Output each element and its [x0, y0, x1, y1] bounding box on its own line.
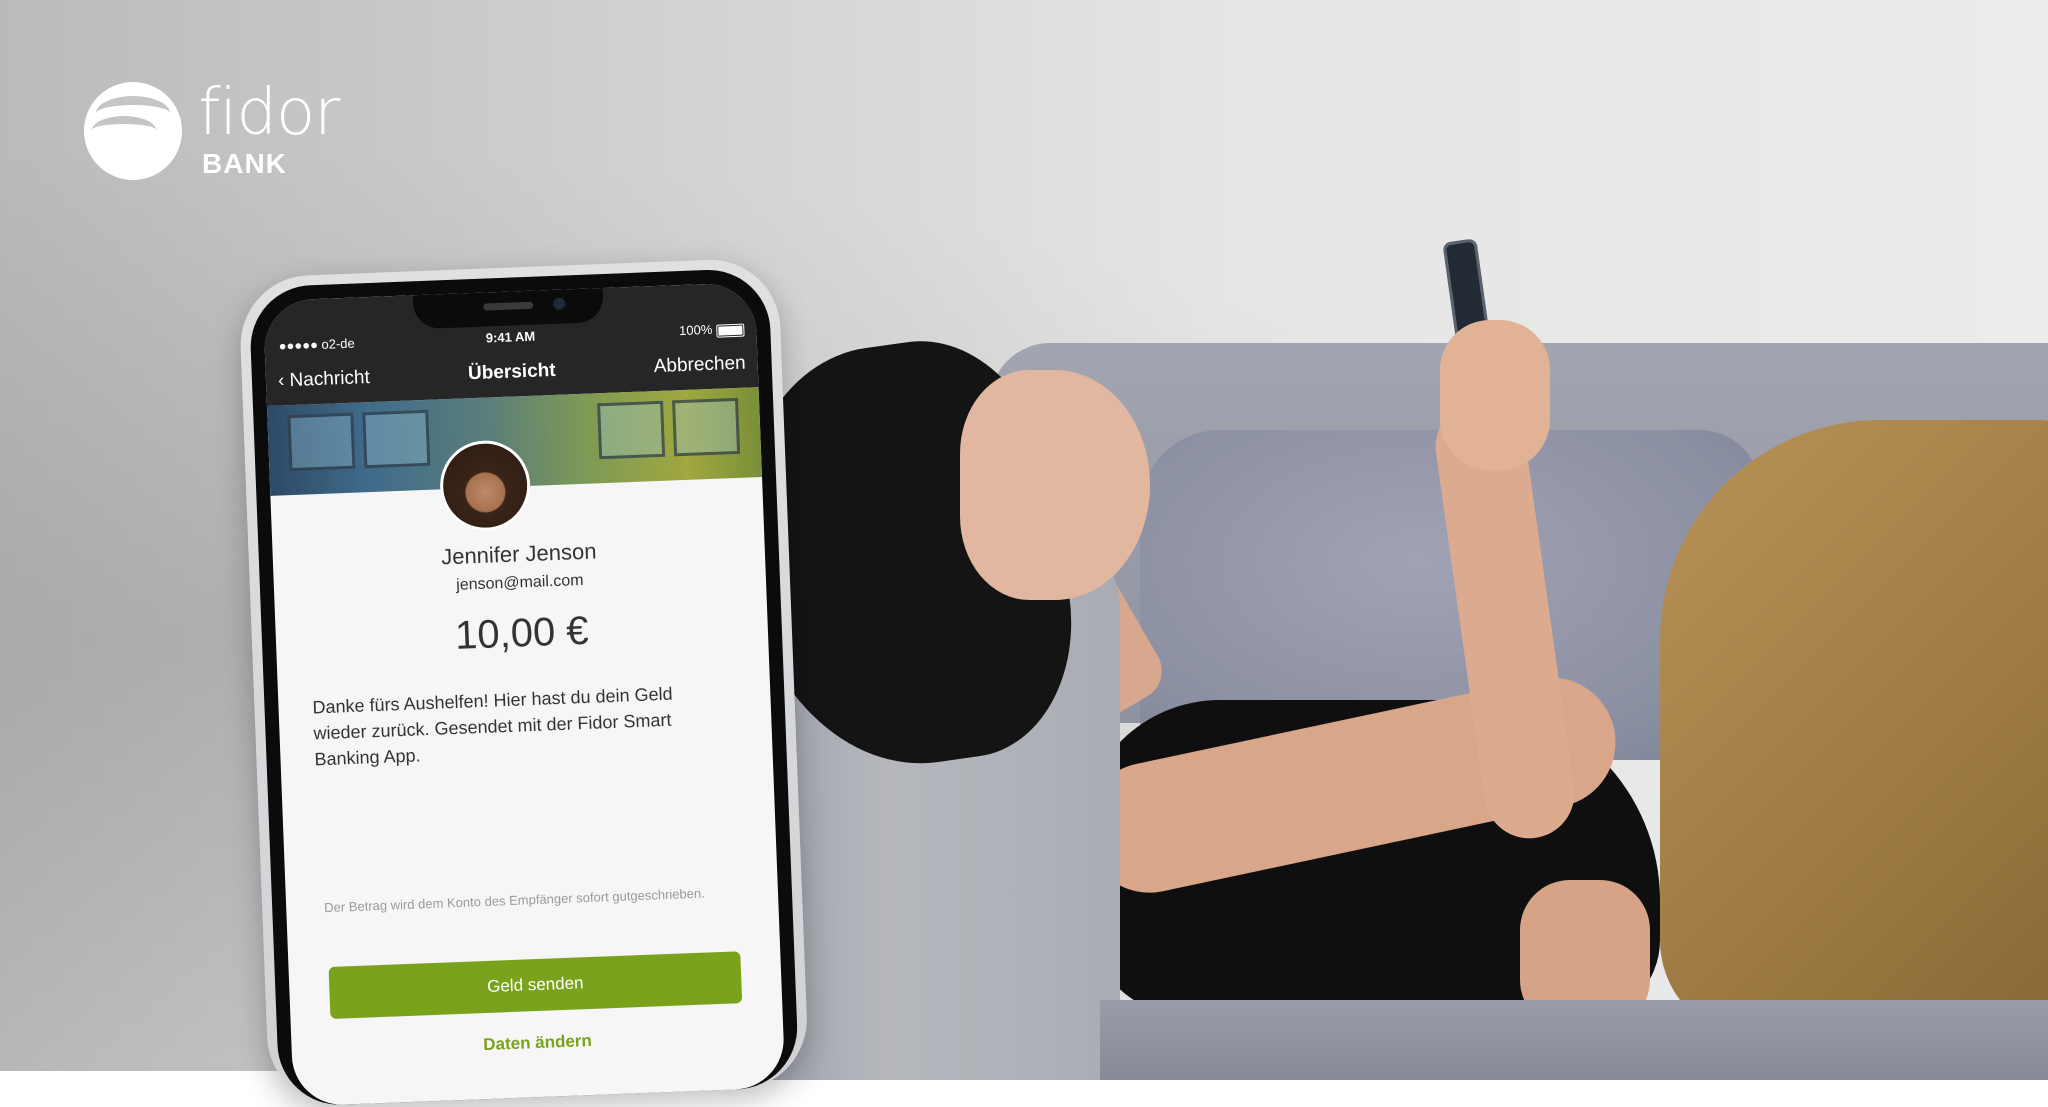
fidor-logo-icon	[84, 82, 182, 180]
logo-wordmark: fidor	[198, 76, 340, 150]
woman-holding-hand	[1440, 320, 1550, 470]
woman-legs	[1660, 420, 2048, 1040]
cancel-button[interactable]: Abbrechen	[653, 353, 746, 379]
transfer-message: Danke fürs Aushelfen! Hier hast du dein …	[312, 683, 673, 770]
status-bar: ●●●●● o2-de 9:41 AM 100%	[264, 320, 756, 359]
banner-window	[362, 409, 431, 469]
edit-data-link[interactable]: Daten ändern	[291, 1024, 783, 1063]
speaker-grille	[483, 301, 534, 311]
logo-subtitle: BANK	[202, 148, 287, 179]
banner-window	[672, 397, 741, 457]
couch-seat	[1100, 1000, 2048, 1080]
phone-screen: ●●●●● o2-de 9:41 AM 100% ‹ Nachricht Übe…	[262, 282, 786, 1107]
phone-notch	[412, 288, 604, 330]
transfer-amount: 10,00 €	[454, 608, 590, 658]
send-money-button[interactable]: Geld senden	[328, 951, 743, 1019]
battery-percent: 100%	[678, 321, 713, 339]
woman-face	[960, 370, 1150, 600]
battery-icon	[716, 323, 745, 338]
phone-mockup: ●●●●● o2-de 9:41 AM 100% ‹ Nachricht Übe…	[238, 257, 810, 1107]
transfer-hint: Der Betrag wird dem Konto des Empfänger …	[323, 885, 706, 916]
banner-window	[597, 400, 666, 460]
banner-window	[287, 412, 356, 472]
camera-icon	[552, 297, 566, 310]
